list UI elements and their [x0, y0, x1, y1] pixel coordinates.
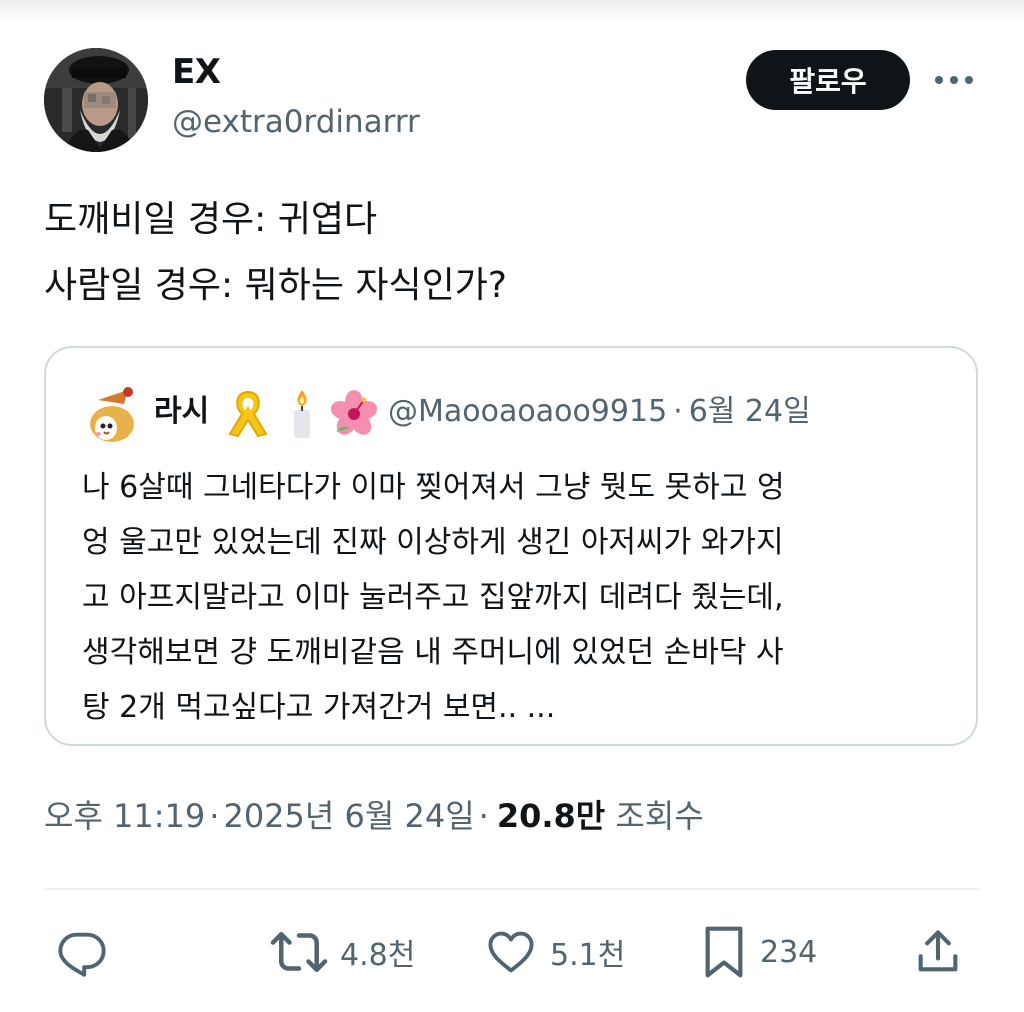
views-count[interactable]: 20.8만: [497, 797, 605, 835]
more-button[interactable]: [932, 62, 976, 98]
quote-text: 나 6살때 그네타다가 이마 찢어져서 그냥 뭣도 못하고 엉 엉 울고만 있었…: [82, 460, 962, 735]
tweet-text-line: 도깨비일 경우: 귀엽다: [44, 199, 378, 240]
reply-button[interactable]: [56, 922, 108, 982]
meta-separator: ·: [673, 394, 683, 429]
quote-author-avatar[interactable]: [84, 386, 142, 444]
heart-icon: [488, 931, 534, 973]
author-avatar[interactable]: [44, 48, 148, 152]
tweet-detail-page: EX @extra0rdinarrr 팔로우 도깨비일 경우: 귀엽다 사람일 …: [0, 0, 1024, 1012]
share-icon: [918, 930, 958, 972]
profile-photo-icon: [44, 48, 148, 152]
like-count: 5.1천: [550, 938, 626, 973]
bookmark-count: 234: [760, 934, 818, 970]
top-bar-shadow: [0, 0, 1024, 22]
candle-icon: [278, 388, 326, 440]
like-button[interactable]: 5.1천: [484, 922, 625, 982]
quote-text-line: 생각해보면 걍 도깨비같음 내 주머니에 있었던 손바닥 사: [82, 635, 784, 670]
more-dots-icon: [935, 76, 973, 84]
author-name[interactable]: EX: [172, 52, 221, 92]
retweet-button[interactable]: 4.8천: [270, 922, 415, 982]
tweet-date[interactable]: 2025년 6월 24일: [223, 797, 474, 835]
share-button[interactable]: [910, 922, 966, 982]
quote-text-line: 탕 2개 먹고싶다고 가져간거 보면.. ...: [82, 690, 556, 725]
meta-separator: ·: [209, 797, 220, 835]
quoted-tweet-card[interactable]: 라시 @Maooaoaoo9915 · 6월 24일 나 6살때 그네타다가 이…: [44, 346, 978, 746]
yellow-ribbon-icon: [224, 388, 272, 440]
tweet-time[interactable]: 오후 11:19: [44, 797, 205, 835]
quote-text-line: 고 아프지말라고 이마 눌러주고 집앞까지 데려다 줬는데,: [82, 580, 784, 615]
views-label: 조회수: [615, 797, 704, 835]
quote-text-line: 나 6살때 그네타다가 이마 찢어져서 그냥 뭣도 못하고 엉: [82, 470, 785, 505]
follow-button[interactable]: 팔로우: [746, 50, 910, 110]
bookmark-icon: [705, 926, 743, 978]
tweet-text-line: 사람일 경우: 뭐하는 자식인가?: [44, 265, 508, 306]
quote-text-line: 엉 울고만 있었는데 진짜 이상하게 생긴 아저씨가 와가지: [82, 525, 784, 560]
quote-author-name[interactable]: 라시: [154, 392, 209, 432]
quote-meta: @Maooaoaoo9915 · 6월 24일: [388, 392, 811, 432]
hibiscus-icon: [330, 388, 378, 440]
author-handle[interactable]: @extra0rdinarrr: [172, 104, 420, 140]
meta-separator: ·: [478, 797, 489, 835]
quote-date[interactable]: 6월 24일: [689, 394, 811, 429]
chick-avatar-icon: [90, 387, 134, 442]
divider: [44, 888, 980, 890]
quote-author-handle[interactable]: @Maooaoaoo9915: [388, 394, 667, 429]
bookmark-button[interactable]: 234: [700, 922, 817, 982]
reply-icon: [58, 932, 106, 977]
retweet-count: 4.8천: [340, 938, 416, 973]
tweet-meta-row: 오후 11:19 · 2025년 6월 24일 · 20.8만 조회수: [44, 794, 704, 838]
retweet-icon: [270, 932, 328, 972]
